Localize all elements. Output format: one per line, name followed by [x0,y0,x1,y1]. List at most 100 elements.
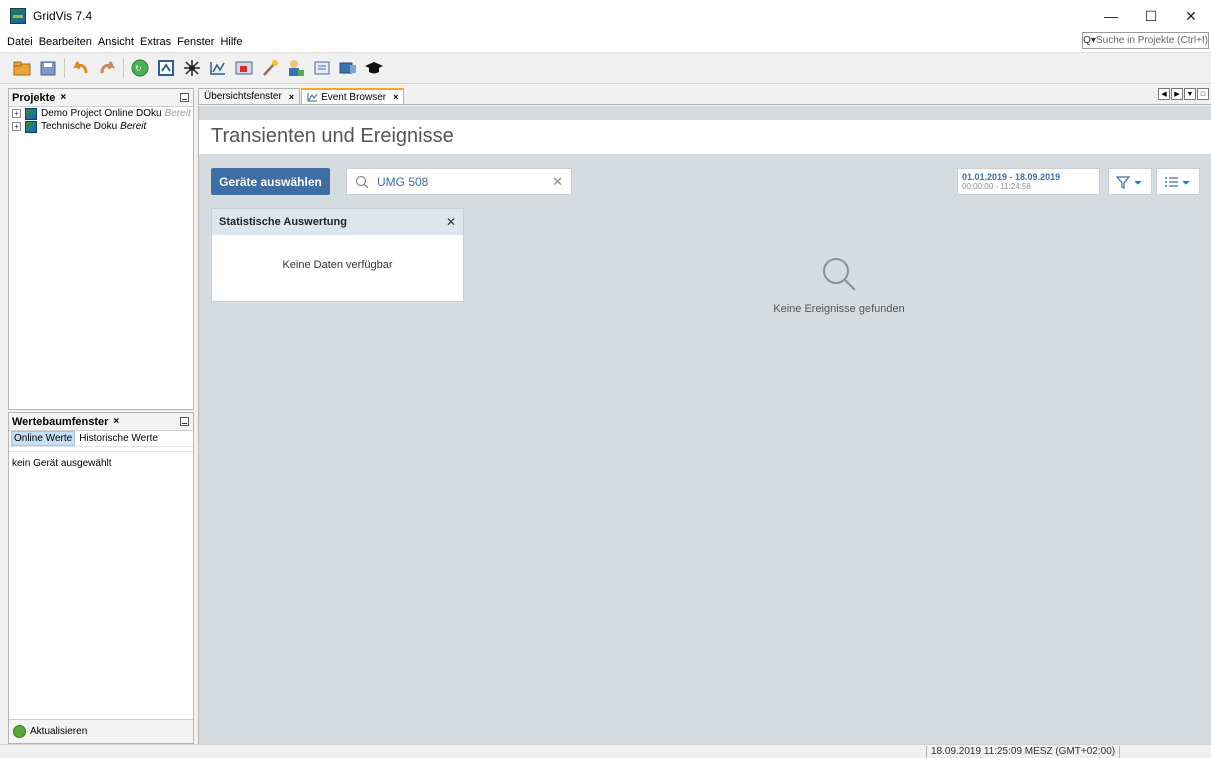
project-search-placeholder: Suche in Projekte (Ctrl+I) [1096,35,1208,46]
values-panel: Wertebaumfenster × Online Werte Historis… [8,412,194,744]
projects-panel-title: Projekte [12,91,56,104]
maximize-window-icon[interactable]: □ [1197,88,1209,100]
tab-label: Übersichtsfenster [204,91,282,102]
menu-extras[interactable]: Extras [137,36,174,48]
close-icon[interactable]: × [289,92,294,102]
menu-bearbeiten[interactable]: Bearbeiten [36,36,95,48]
close-button[interactable]: ✕ [1171,0,1211,32]
tab-scroll-left-icon[interactable]: ◀ [1158,88,1170,100]
tab-label: Event Browser [321,91,387,103]
graph-icon[interactable] [208,58,228,78]
list-options-button[interactable] [1156,168,1200,195]
wizard-icon[interactable] [260,58,280,78]
projects-panel: Projekte × + Demo Project Online DOku Be… [8,88,194,410]
redo-icon[interactable] [97,58,117,78]
project-row[interactable]: + Demo Project Online DOku Bereit [9,107,193,120]
close-icon[interactable]: × [60,92,66,103]
device-search-value: UMG 508 [377,174,429,189]
undo-icon[interactable] [71,58,91,78]
toolbar-separator [123,58,124,78]
menu-fenster[interactable]: Fenster [174,36,217,48]
project-icon [25,107,37,120]
title-bar: GridVis 7.4 — ☐ ✕ [0,0,1211,32]
project-status: Bereit [164,108,191,119]
search-icon [355,175,369,188]
menu-datei[interactable]: Datei [4,36,36,48]
tab-overview[interactable]: Übersichtsfenster × [198,88,301,104]
menu-hilfe[interactable]: Hilfe [217,36,245,48]
toolbar: ↻ [0,52,1211,84]
search-icon: Q▾ [1083,35,1096,46]
values-tabs: Online Werte Historische Werte [9,431,193,447]
device-search-input[interactable]: UMG 508 ✕ [346,168,572,195]
date-range: 01.01.2019 - 18.09.2019 [962,172,1061,182]
tab-event-browser[interactable]: Event Browser × [301,88,405,104]
document-tabs: Übersichtsfenster × Event Browser × [198,88,1211,105]
time-range: 00:00:00 - 11:24:58 [962,182,1031,191]
minimize-button[interactable]: — [1091,0,1131,32]
report-icon[interactable] [312,58,332,78]
user-icon[interactable] [286,58,306,78]
statistics-card-title: Statistische Auswertung [219,216,347,228]
project-name: Technische Doku [41,121,118,132]
close-icon[interactable]: × [393,92,398,102]
statistics-card: Statistische Auswertung ✕ Keine Daten ve… [211,208,464,302]
import-icon[interactable] [156,58,176,78]
expand-icon[interactable]: + [12,122,21,131]
project-name: Demo Project Online DOku [41,108,162,119]
statistics-empty-text: Keine Daten verfügbar [282,259,393,271]
values-panel-header: Wertebaumfenster × [9,413,193,431]
window-title: GridVis 7.4 [33,9,93,23]
clear-search-icon[interactable]: ✕ [552,174,563,190]
select-devices-button[interactable]: Geräte auswählen [211,168,330,195]
values-panel-title: Wertebaumfenster [12,415,109,428]
status-bar: 18.09.2019 11:25:09 MESZ (GMT+02:00) [0,744,1211,758]
expand-icon[interactable]: + [12,109,21,118]
menu-bar: Datei Bearbeiten Ansicht Extras Fenster … [0,32,1211,52]
search-icon [823,258,856,291]
open-project-icon[interactable] [12,58,32,78]
no-events-text: Keine Ereignisse gefunden [773,303,905,315]
page-title: Transienten und Ereignisse [211,125,454,147]
projects-panel-header: Projekte × [9,89,193,107]
list-icon [1165,176,1190,187]
menu-ansicht[interactable]: Ansicht [95,36,137,48]
minimize-icon[interactable] [180,417,189,426]
refresh-icon [13,725,26,738]
academy-icon[interactable] [364,58,384,78]
svg-text:↻: ↻ [135,64,142,73]
toolbar-separator [64,58,65,78]
project-icon [25,120,37,133]
topology-icon[interactable] [182,58,202,78]
filter-icon [1115,175,1142,189]
event-icon[interactable] [234,58,254,78]
minimize-icon[interactable] [180,93,189,102]
refresh-label: Aktualisieren [30,726,88,737]
device-icon[interactable] [338,58,358,78]
project-search-input[interactable]: Q▾ Suche in Projekte (Ctrl+I) [1082,32,1209,49]
tab-list-icon[interactable]: ▼ [1184,88,1196,100]
project-status: Bereit [120,121,147,132]
filter-button[interactable] [1108,168,1152,195]
window-controls: — ☐ ✕ [1091,0,1211,32]
statistics-card-header: Statistische Auswertung ✕ [212,209,463,235]
project-row[interactable]: + Technische Doku Bereit [9,120,193,133]
date-range-picker[interactable]: 01.01.2019 - 18.09.2019 00:00:00 - 11:24… [957,168,1100,195]
close-icon[interactable]: ✕ [446,215,456,229]
close-icon[interactable]: × [113,416,119,427]
tab-online-values[interactable]: Online Werte [11,431,76,446]
tab-navigation: ◀ ▶ ▼ □ [1157,88,1209,100]
save-icon[interactable] [38,58,58,78]
maximize-button[interactable]: ☐ [1131,0,1171,32]
status-clock: 18.09.2019 11:25:09 MESZ (GMT+02:00) [926,746,1121,758]
sync-icon[interactable]: ↻ [130,58,150,78]
app-icon [10,8,26,24]
no-device-text: kein Gerät ausgewählt [9,451,193,475]
empty-state: Keine Ereignisse gefunden [744,254,934,315]
tab-scroll-right-icon[interactable]: ▶ [1171,88,1183,100]
refresh-button[interactable]: Aktualisieren [9,719,193,743]
tab-historical-values[interactable]: Historische Werte [77,432,160,445]
page-header: Transienten und Ereignisse [199,120,1211,154]
event-browser-content: Transienten und Ereignisse Geräte auswäh… [198,106,1211,744]
graph-icon [307,93,318,102]
